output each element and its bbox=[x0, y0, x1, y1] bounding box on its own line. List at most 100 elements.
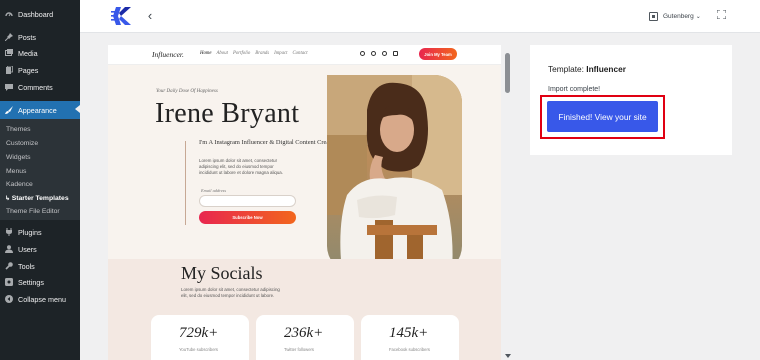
sidebar-item-label: Comments bbox=[18, 82, 53, 92]
starter-templates-logo bbox=[111, 5, 133, 27]
stat-card-facebook: 145k+ Facebook subscribers bbox=[361, 315, 459, 360]
plugin-icon bbox=[5, 228, 13, 236]
hero-portrait-image bbox=[327, 75, 462, 272]
nav-link-home[interactable]: Home bbox=[200, 51, 211, 56]
stat-value: 236k+ bbox=[284, 325, 324, 341]
pin-icon bbox=[5, 33, 13, 41]
site-logo[interactable]: Influencer. bbox=[152, 50, 184, 59]
hero-heading: Irene Bryant bbox=[155, 98, 300, 129]
hero-subtitle: I'm A Instagram Influencer & Digital Con… bbox=[199, 139, 338, 146]
sidebar-item-label: Dashboard bbox=[18, 9, 54, 19]
submenu-item-starter-templates[interactable]: ↳ Starter Templates bbox=[5, 195, 69, 202]
submenu-item-label: Starter Templates bbox=[11, 195, 69, 202]
socials-body-text: Lorem ipsum dolor sit amet, consectetur … bbox=[181, 287, 280, 299]
socials-heading: My Socials bbox=[181, 263, 263, 283]
sidebar-item-label: Appearance bbox=[18, 105, 57, 115]
preview-scrollbar[interactable] bbox=[502, 45, 513, 360]
expand-icon bbox=[716, 9, 726, 20]
sidebar-item-pages[interactable]: Pages bbox=[0, 62, 80, 78]
scroll-down-arrow-icon[interactable] bbox=[505, 354, 511, 358]
template-info: Template: Influencer bbox=[548, 64, 626, 74]
nav-link-impact[interactable]: Impact bbox=[274, 51, 287, 56]
nav-link-contact[interactable]: Contact bbox=[292, 51, 307, 56]
facebook-icon[interactable] bbox=[360, 51, 365, 56]
sidebar-item-label: Pages bbox=[18, 65, 39, 75]
starter-templates-topbar: ‹ Gutenberg ⌄ bbox=[80, 0, 760, 33]
twitter-icon[interactable] bbox=[382, 51, 387, 56]
sidebar-item-label: Posts bbox=[18, 32, 36, 42]
page-builder-label: Gutenberg bbox=[663, 12, 694, 20]
nav-link-about[interactable]: About bbox=[216, 51, 227, 56]
submenu-item-kadence[interactable]: Kadence bbox=[6, 181, 33, 188]
chevron-down-icon: ⌄ bbox=[695, 13, 701, 20]
stat-card-youtube: 729k+ YouTube subscribers bbox=[151, 315, 249, 360]
sidebar-item-media[interactable]: Media bbox=[0, 45, 80, 61]
sidebar-item-tools[interactable]: Tools bbox=[0, 258, 80, 274]
site-header: Influencer. Home About Portfolio Brands … bbox=[108, 45, 501, 65]
hero-body-text: Lorem ipsum dolor sit amet, consectetur … bbox=[199, 158, 283, 176]
submenu-item-themes[interactable]: Themes bbox=[6, 126, 31, 133]
sidebar-item-comments[interactable]: Comments bbox=[0, 79, 80, 95]
stat-label: Twitter followers bbox=[284, 347, 315, 352]
users-icon bbox=[5, 245, 13, 253]
stat-label: YouTube subscribers bbox=[179, 347, 219, 352]
import-status-text: Import complete! bbox=[548, 86, 601, 93]
settings-icon bbox=[5, 278, 13, 286]
submenu-item-customize[interactable]: Customize bbox=[6, 140, 38, 147]
sidebar-item-settings[interactable]: Settings bbox=[0, 274, 80, 290]
media-icon bbox=[5, 49, 13, 57]
view-site-button[interactable]: Finished! View your site bbox=[547, 101, 658, 132]
scrollbar-thumb[interactable] bbox=[505, 53, 510, 93]
appearance-submenu: Themes Customize Widgets Menus Kadence ↳… bbox=[0, 119, 80, 220]
stat-card-twitter: 236k+ Twitter followers bbox=[256, 315, 354, 360]
email-label: Email address bbox=[201, 188, 227, 193]
sidebar-item-posts[interactable]: Posts bbox=[0, 29, 80, 45]
sidebar-item-appearance[interactable]: Appearance bbox=[0, 101, 80, 119]
fullscreen-toggle[interactable] bbox=[714, 9, 728, 23]
instagram-icon[interactable] bbox=[393, 51, 398, 56]
sidebar-item-users[interactable]: Users bbox=[0, 241, 80, 257]
sidebar-item-label: Settings bbox=[18, 277, 44, 287]
dashboard-icon bbox=[5, 10, 13, 18]
wrench-icon bbox=[5, 262, 13, 270]
hero-divider bbox=[185, 141, 186, 225]
sidebar-item-label: Collapse menu bbox=[18, 294, 66, 304]
sidebar-item-label: Tools bbox=[18, 261, 35, 271]
sidebar-item-dashboard[interactable]: Dashboard bbox=[0, 6, 80, 22]
stat-value: 729k+ bbox=[179, 325, 219, 341]
youtube-icon[interactable] bbox=[371, 51, 376, 56]
nav-link-portfolio[interactable]: Portfolio bbox=[233, 51, 250, 56]
collapse-icon bbox=[5, 295, 13, 303]
current-indicator-icon: ↳ bbox=[5, 196, 12, 202]
pages-icon bbox=[5, 66, 13, 74]
sidebar-item-plugins[interactable]: Plugins bbox=[0, 224, 80, 240]
join-my-team-button[interactable]: Join My Team bbox=[419, 48, 457, 60]
subscribe-button[interactable]: Subscribe Now bbox=[199, 211, 296, 224]
header-social-icons bbox=[360, 51, 398, 56]
socials-section: My Socials Lorem ipsum dolor sit amet, c… bbox=[108, 259, 501, 360]
sidebar-item-label: Plugins bbox=[18, 227, 42, 237]
sidebar-item-label: Media bbox=[18, 48, 38, 58]
nav-link-brands[interactable]: Brands bbox=[255, 51, 269, 56]
email-input[interactable] bbox=[199, 195, 296, 207]
submenu-item-widgets[interactable]: Widgets bbox=[6, 154, 31, 161]
template-label: Template: bbox=[548, 64, 584, 74]
chevron-left-icon: ‹ bbox=[147, 8, 153, 23]
stat-value: 145k+ bbox=[389, 325, 429, 341]
submenu-item-theme-file-editor[interactable]: Theme File Editor bbox=[6, 208, 60, 215]
gutenberg-icon bbox=[649, 11, 658, 21]
brush-icon bbox=[5, 106, 13, 114]
page-builder-dropdown[interactable]: Gutenberg ⌄ bbox=[649, 9, 701, 23]
back-button[interactable]: ‹ bbox=[143, 8, 157, 24]
stat-label: Facebook subscribers bbox=[389, 347, 430, 352]
site-nav: Home About Portfolio Brands Impact Conta… bbox=[200, 51, 308, 56]
import-status-panel: Template: Influencer Import complete! Fi… bbox=[530, 45, 732, 155]
site-preview[interactable]: Influencer. Home About Portfolio Brands … bbox=[108, 45, 501, 360]
submenu-item-menus[interactable]: Menus bbox=[6, 168, 26, 175]
comments-icon bbox=[5, 83, 13, 91]
hero-tagline: Your Daily Dose Of Happiness bbox=[156, 89, 218, 94]
template-name: Influencer bbox=[586, 64, 626, 74]
collapse-menu-button[interactable]: Collapse menu bbox=[0, 291, 80, 307]
admin-sidebar: Dashboard Posts Media Pages Comments App… bbox=[0, 0, 80, 360]
hero-section: Your Daily Dose Of Happiness Irene Bryan… bbox=[108, 65, 501, 272]
